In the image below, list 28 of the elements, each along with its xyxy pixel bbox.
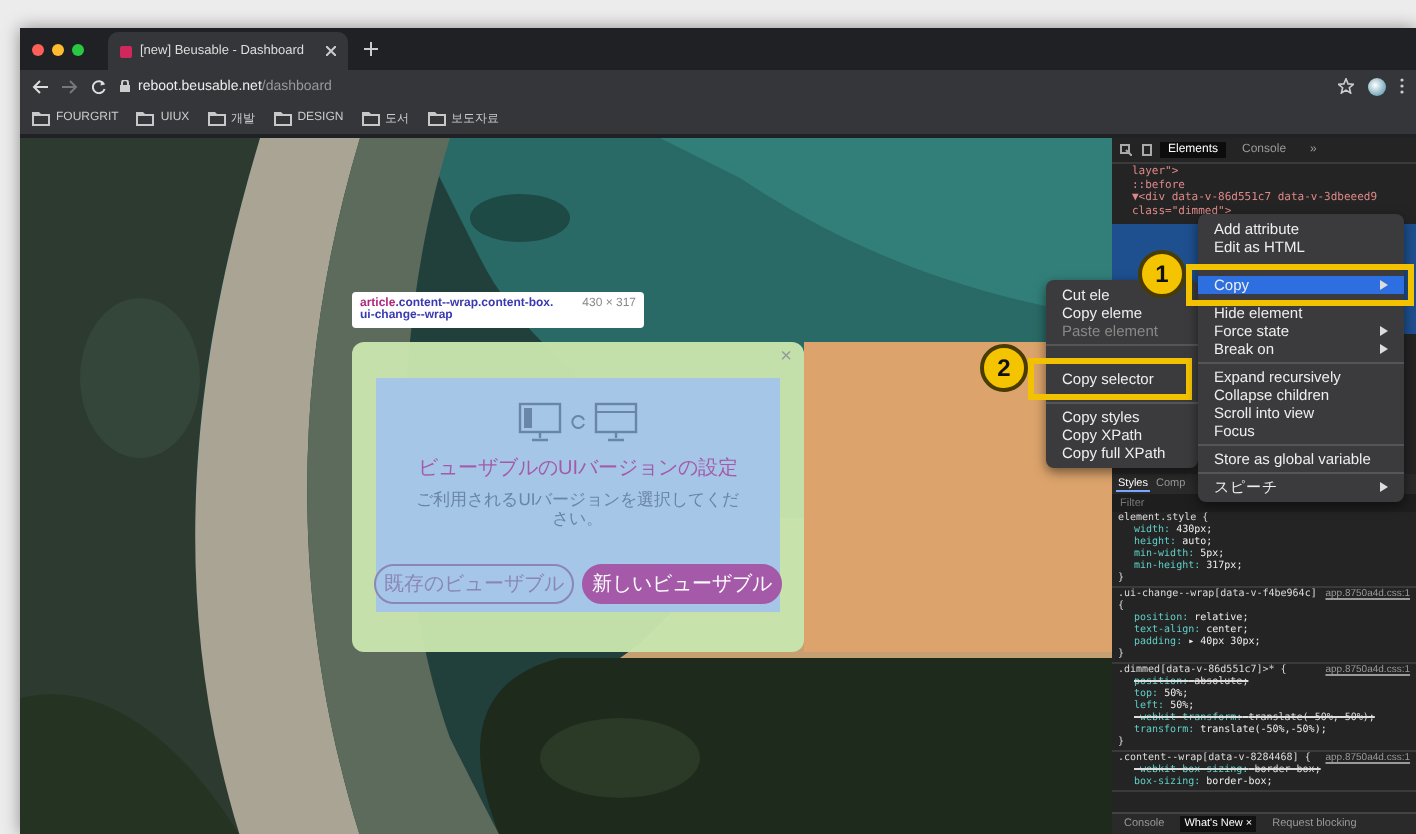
minimize-window-button[interactable] — [52, 43, 64, 55]
back-icon[interactable] — [32, 79, 48, 93]
folder-icon — [136, 111, 155, 125]
reload-icon[interactable] — [92, 79, 106, 93]
monitor-icon — [518, 402, 562, 442]
folder-icon — [32, 111, 50, 125]
close-window-button[interactable] — [32, 43, 44, 55]
folder-icon — [361, 111, 380, 125]
refresh-icon — [570, 414, 586, 430]
modal-title: ビューザブルのUIバージョンの設定 — [418, 455, 738, 482]
avatar-icon[interactable] — [1368, 77, 1386, 95]
star-icon[interactable] — [1338, 78, 1354, 94]
modal-subtitle: ご利用されるUIバージョンを選択してください。 — [414, 491, 742, 529]
favicon-icon — [120, 45, 132, 57]
submenu-arrow-icon — [1380, 482, 1388, 492]
forward-icon[interactable] — [62, 79, 78, 93]
submenu-arrow-icon — [1380, 280, 1388, 290]
inspect-icon[interactable] — [1120, 144, 1132, 156]
new-tab-icon[interactable] — [364, 42, 378, 56]
folder-icon — [427, 111, 446, 125]
new-version-button[interactable]: 新しいビューザブル — [582, 564, 782, 604]
device-icon[interactable] — [1140, 144, 1152, 156]
folder-icon — [207, 111, 226, 125]
folder-icon — [273, 111, 292, 125]
maximize-window-button[interactable] — [72, 43, 84, 55]
monitor-icon — [594, 402, 638, 442]
lock-icon — [120, 80, 130, 92]
close-icon[interactable] — [326, 46, 336, 56]
